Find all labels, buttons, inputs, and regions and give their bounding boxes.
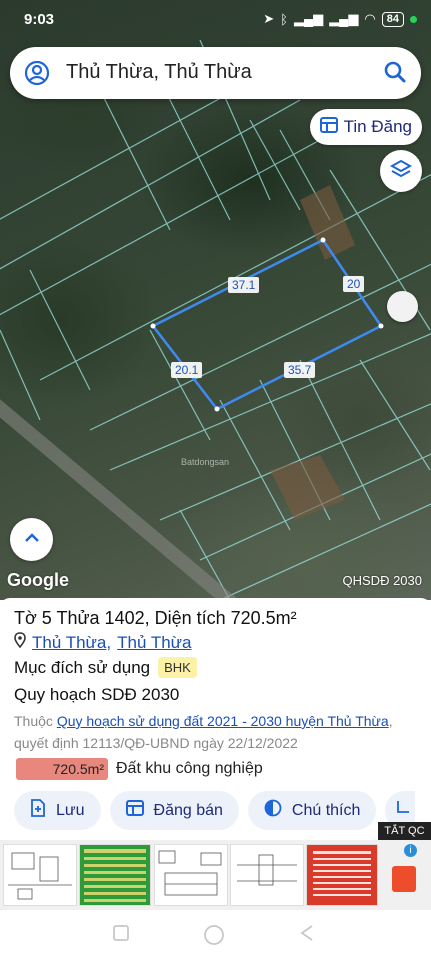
map-view[interactable]: 37.1 20 20.1 35.7 Batdongsan 9:03 ➤ ᛒ ▂▄… bbox=[0, 0, 431, 600]
plan-link[interactable]: Quy hoạch sử dụng đất 2021 - 2030 huyện … bbox=[57, 713, 389, 729]
layers-button[interactable] bbox=[380, 150, 422, 192]
area-land-type: Đất khu công nghiệp bbox=[116, 760, 263, 777]
parcel-outline[interactable] bbox=[151, 238, 383, 411]
signal-icon: ▂▄▆ bbox=[293, 11, 324, 26]
plan-heading: Quy hoạch SDĐ 2030 bbox=[14, 685, 180, 704]
layers-icon bbox=[389, 158, 413, 185]
google-logo: Google bbox=[7, 570, 69, 590]
search-icon[interactable] bbox=[383, 60, 407, 89]
save-button[interactable]: Lưu bbox=[14, 791, 101, 830]
listings-button[interactable]: Tin Đăng bbox=[309, 109, 422, 145]
post-sale-button[interactable]: Đăng bán bbox=[109, 791, 239, 830]
battery-icon: 84 bbox=[381, 11, 404, 27]
post-sale-button-label: Đăng bán bbox=[153, 801, 223, 819]
location-district-link[interactable]: Thủ Thừa bbox=[32, 633, 106, 652]
expand-panel-button[interactable] bbox=[10, 518, 53, 561]
bluetooth-icon: ᛒ bbox=[280, 11, 288, 27]
plan-prefix: Thuộc bbox=[14, 713, 53, 729]
location-separator: , bbox=[106, 632, 112, 652]
crop-icon bbox=[395, 800, 410, 821]
area-row: 720.5m² Đất khu công nghiệp bbox=[16, 758, 263, 780]
edge-label-bottom: 35.7 bbox=[284, 362, 316, 378]
search-query[interactable]: Thủ Thừa, Thủ Thừa bbox=[66, 61, 252, 84]
land-use-purpose: Mục đích sử dụng BHK bbox=[14, 657, 197, 678]
shopee-logo-icon bbox=[392, 866, 416, 892]
back-icon[interactable] bbox=[298, 924, 316, 947]
system-nav-bar bbox=[0, 910, 431, 960]
ad-thumb-2[interactable] bbox=[79, 844, 151, 906]
ad-thumb-4[interactable] bbox=[230, 844, 304, 906]
edge-label-top: 37.1 bbox=[228, 277, 260, 293]
parcel-location: Thủ Thừa, Thủ Thừa bbox=[14, 632, 192, 653]
home-icon[interactable] bbox=[203, 924, 225, 951]
listings-button-label: Tin Đăng bbox=[343, 117, 412, 136]
parcel-info-panel: Tờ 5 Thửa 1402, Diện tích 720.5m² Thủ Th… bbox=[0, 598, 431, 840]
status-bar: 9:03 ➤ ᛒ ▂▄▆ ▂▄▆ ◠ 84 bbox=[0, 0, 431, 40]
user-account-icon[interactable] bbox=[24, 60, 50, 91]
purpose-code-badge: BHK bbox=[158, 657, 197, 678]
save-add-icon bbox=[30, 799, 46, 822]
chevron-up-icon bbox=[23, 531, 41, 549]
ad-thumb-1[interactable] bbox=[3, 844, 77, 906]
legend-icon bbox=[264, 799, 282, 822]
recent-apps-icon[interactable] bbox=[112, 924, 130, 947]
area-badge: 720.5m² bbox=[16, 758, 108, 780]
parcel-title: Tờ 5 Thửa 1402, Diện tích 720.5m² bbox=[14, 608, 297, 628]
location-commune-link[interactable]: Thủ Thừa bbox=[117, 633, 191, 653]
plan-description: Thuộc Quy hoạch sử dụng đất 2021 - 2030 … bbox=[14, 710, 394, 754]
status-time: 9:03 bbox=[24, 11, 55, 28]
legend-button[interactable]: Chú thích bbox=[247, 791, 377, 830]
app-screen: 37.1 20 20.1 35.7 Batdongsan 9:03 ➤ ᛒ ▂▄… bbox=[0, 0, 431, 960]
map-layer-label: QHSDĐ 2030 bbox=[342, 573, 422, 588]
map-watermark: Batdongsan bbox=[181, 457, 230, 467]
signal-icon-2: ▂▄▆ bbox=[329, 11, 359, 26]
ad-thumb-3[interactable] bbox=[154, 844, 228, 906]
ad-thumb-5[interactable] bbox=[306, 844, 378, 906]
purpose-label: Mục đích sử dụng bbox=[14, 657, 151, 677]
save-button-label: Lưu bbox=[56, 801, 85, 819]
status-icons: ➤ ᛒ ▂▄▆ ▂▄▆ ◠ 84 bbox=[263, 11, 417, 27]
location-pin-icon bbox=[14, 632, 26, 653]
listing-icon bbox=[319, 116, 338, 138]
location-arrow-icon: ➤ bbox=[263, 11, 275, 26]
legend-button-label: Chú thích bbox=[291, 801, 361, 819]
map-side-handle[interactable] bbox=[387, 291, 418, 322]
search-bar[interactable]: Thủ Thừa, Thủ Thừa bbox=[10, 47, 421, 99]
ad-close-button[interactable]: TẮT QC bbox=[378, 822, 431, 840]
listing-icon bbox=[125, 800, 144, 821]
ad-info-icon[interactable]: i bbox=[404, 844, 417, 857]
ad-banner[interactable]: TẮT QC i bbox=[0, 822, 431, 910]
edge-label-right: 20 bbox=[343, 276, 365, 292]
action-row: Lưu Đăng bán Chú thích bbox=[14, 791, 416, 830]
wifi-icon: ◠ bbox=[364, 11, 376, 26]
edge-label-left: 20.1 bbox=[171, 362, 203, 378]
privacy-dot-icon bbox=[410, 15, 417, 23]
